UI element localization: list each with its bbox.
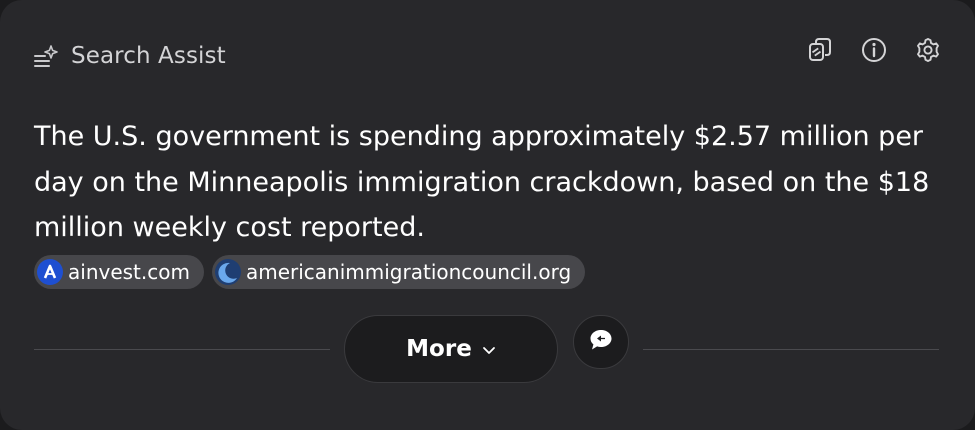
settings-icon[interactable] [915,36,941,64]
ainvest-logo-icon [37,259,63,285]
answer-text: The U.S. government is spending approxim… [34,121,930,243]
more-button[interactable]: More [344,315,558,383]
chevron-down-icon [482,340,496,359]
source-chip-ainvest[interactable]: ainvest.com [34,255,204,289]
divider-right [643,349,939,350]
copy-icon[interactable] [807,36,833,64]
source-label: ainvest.com [68,260,190,284]
source-list: ainvest.com americanimmigrationcouncil.o… [34,255,586,289]
feedback-chat-icon [588,328,614,356]
more-label: More [406,336,472,362]
source-chip-americanimmigrationcouncil[interactable]: americanimmigrationcouncil.org [211,255,586,289]
source-label: americanimmigrationcouncil.org [245,260,572,284]
sparkle-list-icon [34,44,58,68]
header-actions [807,36,941,64]
info-icon[interactable] [861,36,887,64]
divider-left [34,349,330,350]
panel-title: Search Assist [71,43,226,69]
americanimmigrationcouncil-logo-icon [214,259,241,285]
feedback-button[interactable] [573,315,629,369]
panel-header: Search Assist [34,38,226,74]
search-assist-panel: Search Assist The U.S. government is spe… [0,0,975,430]
